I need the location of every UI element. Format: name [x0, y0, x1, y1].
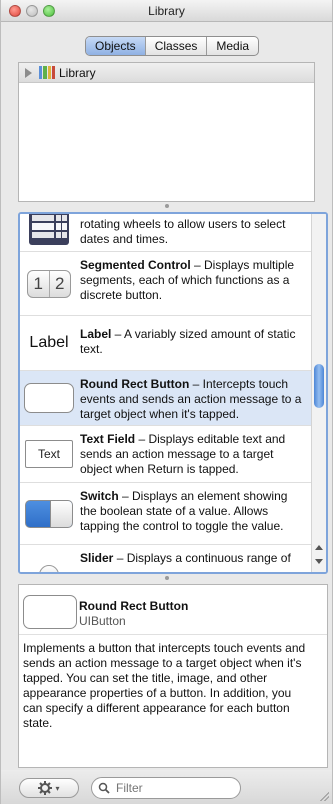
detail-header: Round Rect Button UIButton: [19, 585, 327, 635]
filter-field[interactable]: [91, 777, 241, 799]
item-description: Slider – Displays a continuous range of: [80, 551, 291, 565]
bottom-splitter[interactable]: [1, 575, 332, 581]
tab-media[interactable]: Media: [207, 37, 258, 55]
item-description: Segmented Control – Displays multiple se…: [80, 258, 295, 302]
title-bar: Library: [1, 0, 332, 22]
resize-grip-icon[interactable]: [319, 791, 329, 801]
chevron-down-icon: ▾: [55, 783, 60, 793]
list-item-selected[interactable]: Round Rect Button – Intercepts touch eve…: [20, 371, 312, 426]
round-rect-button-preview-icon: [23, 595, 77, 629]
tree-root-row[interactable]: Library: [19, 63, 314, 83]
tree-root-label: Library: [59, 65, 96, 80]
list-item[interactable]: Text Text Field – Displays editable text…: [20, 426, 312, 483]
detail-description: Implements a button that intercepts touc…: [23, 641, 306, 730]
date-picker-icon: [20, 214, 78, 251]
filter-input[interactable]: [114, 780, 234, 796]
scroll-up-arrow-icon[interactable]: [315, 545, 323, 550]
list-scrollbar[interactable]: [311, 214, 326, 572]
bottom-toolbar: ▾: [1, 770, 332, 804]
library-tabs: Objects Classes Media: [85, 36, 260, 56]
list-item[interactable]: Label Label – A variably sized amount of…: [20, 316, 312, 371]
object-list: rotating wheels to allow users to select…: [18, 212, 328, 574]
action-menu-button[interactable]: ▾: [19, 778, 79, 798]
top-splitter[interactable]: [1, 203, 332, 209]
item-description: Text Field – Displays editable text and …: [80, 432, 286, 476]
segmented-control-icon: 1 2: [20, 252, 78, 315]
list-item[interactable]: 1 2 Segmented Control – Displays multipl…: [20, 252, 312, 316]
disclosure-triangle-icon[interactable]: [25, 67, 32, 78]
text-field-icon: Text: [20, 426, 78, 482]
scroll-thumb[interactable]: [314, 364, 324, 408]
round-rect-button-icon: [20, 371, 78, 425]
tab-objects[interactable]: Objects: [86, 37, 146, 55]
list-item[interactable]: rotating wheels to allow users to select…: [20, 214, 312, 252]
list-item[interactable]: Slider – Displays a continuous range of: [20, 545, 312, 572]
tab-classes[interactable]: Classes: [146, 37, 208, 55]
item-description: Switch – Displays an element showing the…: [80, 489, 288, 533]
library-tree: Library: [18, 62, 315, 202]
library-window: Library Objects Classes Media Library ro…: [0, 0, 333, 804]
scroll-down-arrow-icon[interactable]: [315, 559, 323, 564]
switch-icon: [20, 483, 78, 544]
list-item[interactable]: Switch – Displays an element showing the…: [20, 483, 312, 545]
window-title: Library: [148, 4, 185, 18]
search-icon: [98, 782, 110, 794]
item-description: rotating wheels to allow users to select…: [80, 217, 286, 246]
slider-icon: [20, 545, 78, 572]
detail-class-name: UIButton: [79, 614, 126, 628]
label-icon: Label: [29, 334, 69, 351]
item-description: Label – A variably sized amount of stati…: [80, 327, 296, 356]
item-description: Round Rect Button – Intercepts touch eve…: [80, 377, 302, 421]
detail-panel: Round Rect Button UIButton Implements a …: [18, 584, 328, 768]
library-books-icon: [39, 66, 55, 79]
detail-title: Round Rect Button: [79, 599, 189, 613]
gear-icon: [38, 781, 53, 795]
